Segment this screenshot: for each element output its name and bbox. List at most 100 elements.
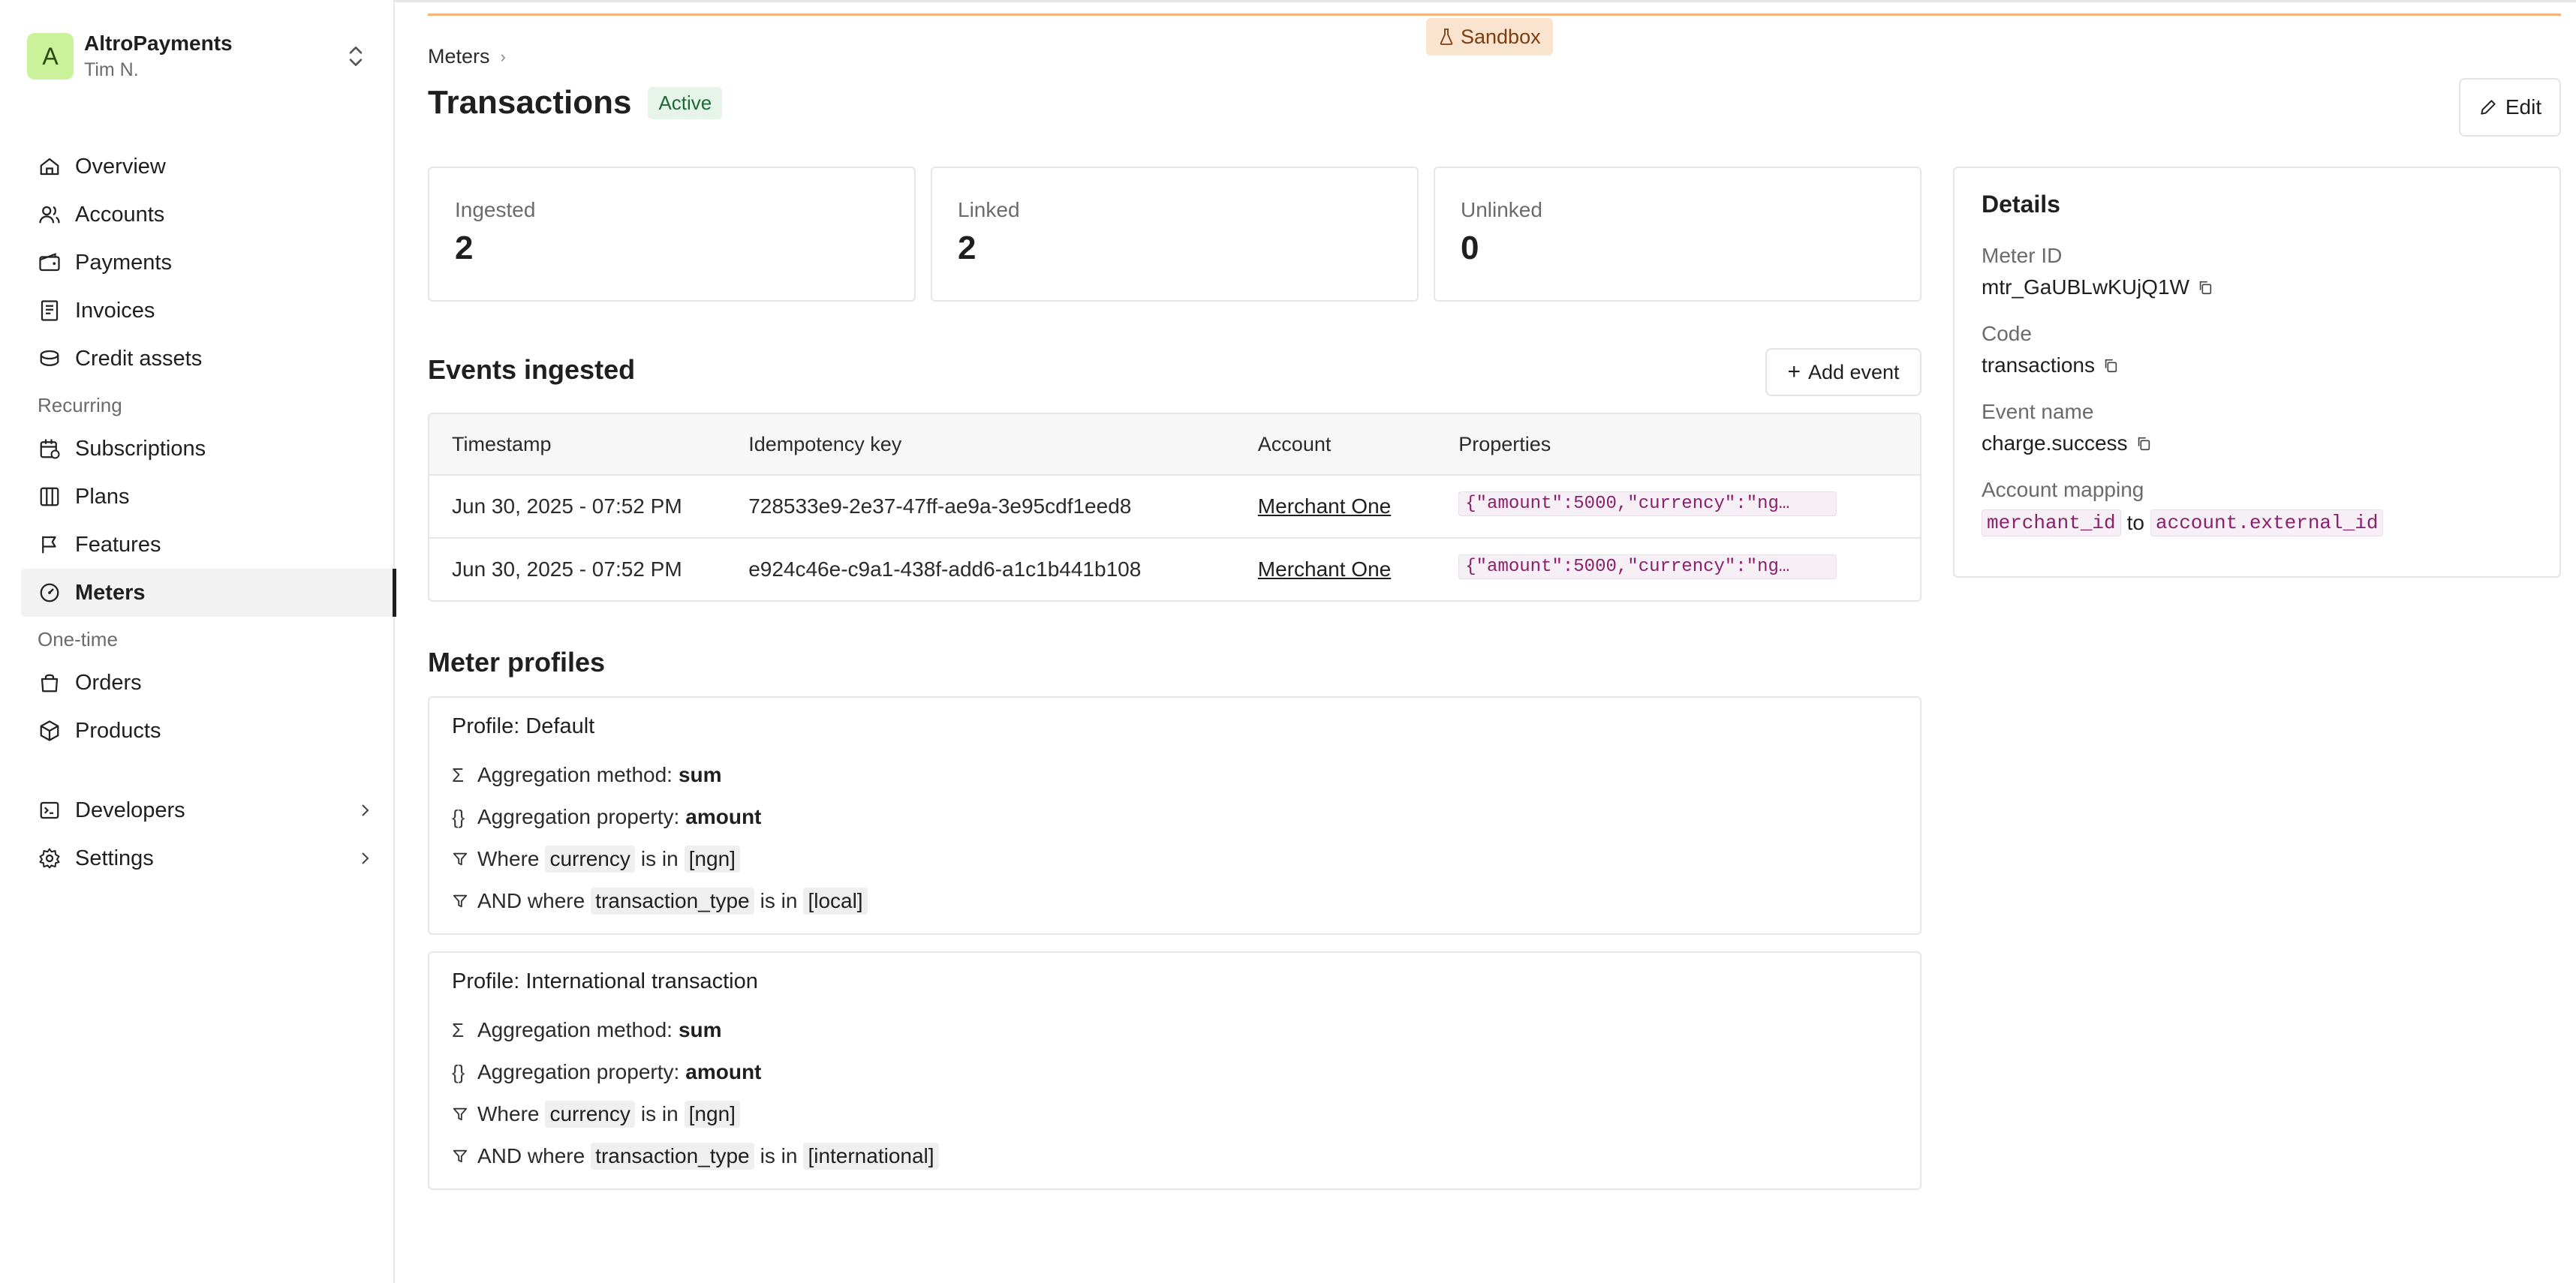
code-label: Code [1982, 322, 2032, 345]
account-mapping-label: Account mapping [1982, 478, 2144, 501]
sidebar-item-label: Invoices [75, 298, 155, 323]
code-value: transactions [1982, 353, 2532, 377]
events-section-title: Events ingested [428, 354, 636, 385]
copy-icon[interactable] [2102, 357, 2119, 374]
profiles-section-title: Meter profiles [428, 647, 606, 678]
is-in-label: is in [760, 889, 798, 912]
account-link[interactable]: Merchant One [1258, 494, 1391, 518]
table-row[interactable]: Jun 30, 2025 - 07:52 PM 728533e9-2e37-47… [429, 474, 1920, 537]
wallet-icon [38, 251, 62, 275]
is-in-label: is in [760, 1144, 798, 1167]
aggregation-property-label: Aggregation property: [477, 805, 680, 828]
edit-button[interactable]: Edit [2459, 78, 2561, 137]
sidebar-item-orders[interactable]: Orders [21, 659, 395, 707]
meter-id-label: Meter ID [1982, 244, 2063, 267]
bag-icon [38, 671, 62, 695]
column-header-account: Account [1257, 432, 1332, 455]
sidebar-item-credit-assets[interactable]: Credit assets [21, 335, 395, 383]
event-name-value: charge.success [1982, 431, 2532, 455]
braces-icon: {} [452, 1060, 465, 1083]
add-event-button[interactable]: + Add event [1765, 348, 1921, 396]
filter-value-chip: [local] [803, 888, 868, 915]
box-icon [38, 719, 62, 743]
flag-icon [38, 533, 62, 557]
aggregation-method-label: Aggregation method: [477, 1018, 673, 1041]
sandbox-label: Sandbox [1461, 25, 1541, 48]
sidebar-item-accounts[interactable]: Accounts [21, 191, 395, 239]
properties-code: {"amount":5000,"currency":"ng… [1458, 554, 1837, 579]
sidebar-item-subscriptions[interactable]: Subscriptions [21, 425, 395, 473]
sigma-icon: Σ [452, 763, 465, 786]
cell-idempotency-key: 728533e9-2e37-47ff-ae9a-3e95cdf1eed8 [748, 494, 1132, 518]
aggregation-method-row: Σ Aggregation method: sum [452, 754, 1897, 796]
filter-value-chip: [international] [803, 1143, 939, 1170]
aggregation-method-value: sum [678, 1018, 722, 1041]
aggregation-method-row: Σ Aggregation method: sum [452, 1009, 1897, 1051]
filter-row: Where currency is in [ngn] [452, 838, 1897, 880]
coins-icon [38, 347, 62, 371]
table-row[interactable]: Jun 30, 2025 - 07:52 PM e924c46e-c9a1-43… [429, 537, 1920, 600]
org-switcher[interactable]: A AltroPayments Tim N. [27, 30, 372, 83]
sidebar-item-label: Features [75, 532, 161, 557]
sidebar-item-features[interactable]: Features [21, 521, 395, 569]
filter-row: AND where transaction_type is in [intern… [452, 1135, 1897, 1177]
gauge-icon [38, 581, 62, 605]
filter-field-chip: transaction_type [591, 1143, 754, 1170]
sidebar-item-settings[interactable]: Settings [21, 834, 395, 882]
sidebar-item-payments[interactable]: Payments [21, 239, 395, 287]
sidebar-item-label: Developers [75, 798, 185, 822]
table-header: Timestamp Idempotency key Account Proper… [429, 414, 1920, 474]
cell-idempotency-key: e924c46e-c9a1-438f-add6-a1c1b441b108 [748, 557, 1142, 581]
sidebar-item-label: Accounts [75, 202, 165, 227]
sidebar-item-products[interactable]: Products [21, 707, 395, 755]
pencil-icon [2481, 100, 2496, 115]
nav-section-recurring: Recurring [38, 394, 122, 416]
profile-title: Profile: Default [452, 714, 1897, 739]
stat-value: 2 [455, 230, 474, 266]
events-table: Timestamp Idempotency key Account Proper… [428, 413, 1921, 602]
is-in-label: is in [640, 1102, 679, 1125]
stat-label: Linked [958, 198, 1020, 221]
aggregation-property-value: amount [685, 805, 762, 828]
stat-value: 0 [1461, 230, 1479, 266]
column-header-timestamp: Timestamp [452, 432, 552, 455]
filter-row: AND where transaction_type is in [local] [452, 880, 1897, 922]
aggregation-property-row: {} Aggregation property: amount [452, 796, 1897, 838]
users-icon [38, 203, 62, 227]
nav-main: Overview Accounts Payments Invoices Cred… [21, 143, 396, 882]
sidebar-item-developers[interactable]: Developers [21, 786, 395, 834]
mapping-from-code: merchant_id [1982, 509, 2121, 536]
cell-timestamp: Jun 30, 2025 - 07:52 PM [452, 494, 682, 518]
properties-code: {"amount":5000,"currency":"ng… [1458, 491, 1837, 516]
column-header-properties: Properties [1458, 432, 1551, 455]
filter-field-chip: currency [545, 1101, 635, 1128]
event-name-text: charge.success [1982, 431, 2128, 455]
copy-icon[interactable] [2197, 279, 2213, 296]
filter-icon [452, 851, 477, 867]
profile-prefix: Profile: [452, 969, 520, 993]
filter-field-chip: currency [545, 846, 635, 873]
where-label: Where [477, 1102, 540, 1125]
filter-icon [452, 893, 477, 909]
sidebar-item-meters[interactable]: Meters [21, 569, 396, 617]
copy-icon[interactable] [2135, 435, 2152, 452]
sidebar-item-label: Settings [75, 846, 154, 870]
filter-value-chip: [ngn] [684, 846, 740, 873]
braces-icon: {} [452, 805, 465, 828]
filter-row: Where currency is in [ngn] [452, 1093, 1897, 1135]
sidebar-item-overview[interactable]: Overview [21, 143, 395, 191]
sandbox-badge: Sandbox [1426, 18, 1553, 56]
stat-card-linked: Linked 2 [931, 167, 1419, 302]
account-link[interactable]: Merchant One [1258, 557, 1391, 581]
flask-icon [1440, 29, 1453, 45]
mapping-to-word: to [2126, 511, 2144, 534]
sidebar-item-plans[interactable]: Plans [21, 473, 395, 521]
nav-section-onetime: One-time [38, 628, 118, 651]
breadcrumb-meters-link[interactable]: Meters [428, 45, 490, 68]
chevron-right-icon [362, 852, 369, 864]
invoice-icon [38, 299, 62, 323]
code-text: transactions [1982, 353, 2095, 377]
home-icon [38, 155, 62, 179]
sidebar-item-invoices[interactable]: Invoices [21, 287, 395, 335]
org-name: AltroPayments [84, 32, 233, 55]
